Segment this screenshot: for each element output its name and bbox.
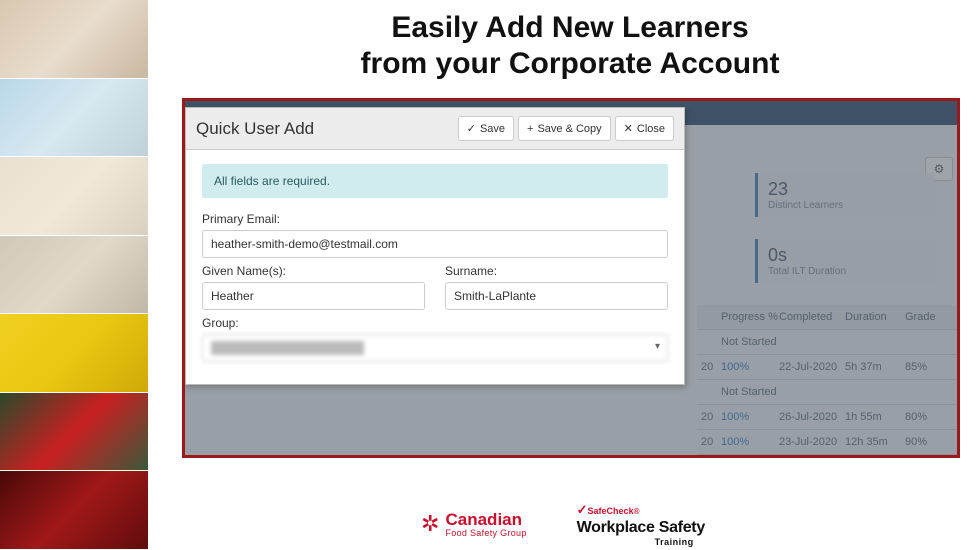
- page-headline: Easily Add New Learners from your Corpor…: [200, 10, 940, 82]
- group-label: Group:: [202, 316, 668, 330]
- maple-leaf-icon: ✲: [421, 511, 439, 537]
- sidebar-photo: [0, 0, 148, 79]
- email-label: Primary Email:: [202, 212, 668, 226]
- app-screenshot: ⚙ 23 Distinct Learners 0s Total ILT Dura…: [182, 98, 960, 458]
- sidebar-photo: [0, 236, 148, 315]
- photo-sidebar: [0, 0, 148, 550]
- logo1-title: Canadian: [445, 511, 526, 528]
- modal-header: Quick User Add ✓ Save + Save & Copy ✕ Cl…: [186, 108, 684, 150]
- logo2-main: Workplace Safety: [577, 519, 705, 537]
- sidebar-photo: [0, 79, 148, 158]
- sidebar-photo: [0, 314, 148, 393]
- sidebar-photo: [0, 471, 148, 550]
- button-label: Save & Copy: [537, 123, 601, 135]
- check-icon: ✓: [467, 122, 476, 135]
- given-name-label: Given Name(s):: [202, 264, 425, 278]
- workplace-safety-logo: ✓SafeCheck® Workplace Safety Training: [577, 501, 705, 547]
- sidebar-photo: [0, 157, 148, 236]
- logo2-sub: Training: [655, 537, 705, 547]
- sidebar-photo: [0, 393, 148, 472]
- group-select-value[interactable]: [202, 334, 668, 362]
- surname-label: Surname:: [445, 264, 668, 278]
- required-notice: All fields are required.: [202, 164, 668, 198]
- close-icon: ✕: [624, 122, 633, 135]
- save-copy-button[interactable]: + Save & Copy: [518, 116, 611, 141]
- plus-icon: +: [527, 123, 533, 135]
- logo1-subtitle: Food Safety Group: [445, 528, 526, 538]
- checkmark-icon: ✓: [577, 502, 588, 517]
- group-select[interactable]: [202, 334, 668, 362]
- surname-field[interactable]: [445, 282, 668, 310]
- modal-button-group: ✓ Save + Save & Copy ✕ Close: [458, 116, 674, 141]
- modal-title: Quick User Add: [196, 119, 314, 139]
- save-button[interactable]: ✓ Save: [458, 116, 514, 141]
- headline-line1: Easily Add New Learners: [200, 10, 940, 46]
- modal-body: All fields are required. Primary Email: …: [186, 150, 684, 384]
- button-label: Close: [637, 123, 665, 135]
- canadian-food-safety-logo: ✲ Canadian Food Safety Group: [421, 511, 527, 538]
- close-button[interactable]: ✕ Close: [615, 116, 674, 141]
- given-name-field[interactable]: [202, 282, 425, 310]
- headline-line2: from your Corporate Account: [200, 46, 940, 82]
- button-label: Save: [480, 123, 505, 135]
- logo2-top: SafeCheck: [588, 506, 634, 516]
- quick-user-add-modal: Quick User Add ✓ Save + Save & Copy ✕ Cl…: [185, 107, 685, 385]
- footer-logos: ✲ Canadian Food Safety Group ✓SafeCheck®…: [148, 504, 978, 544]
- email-field[interactable]: [202, 230, 668, 258]
